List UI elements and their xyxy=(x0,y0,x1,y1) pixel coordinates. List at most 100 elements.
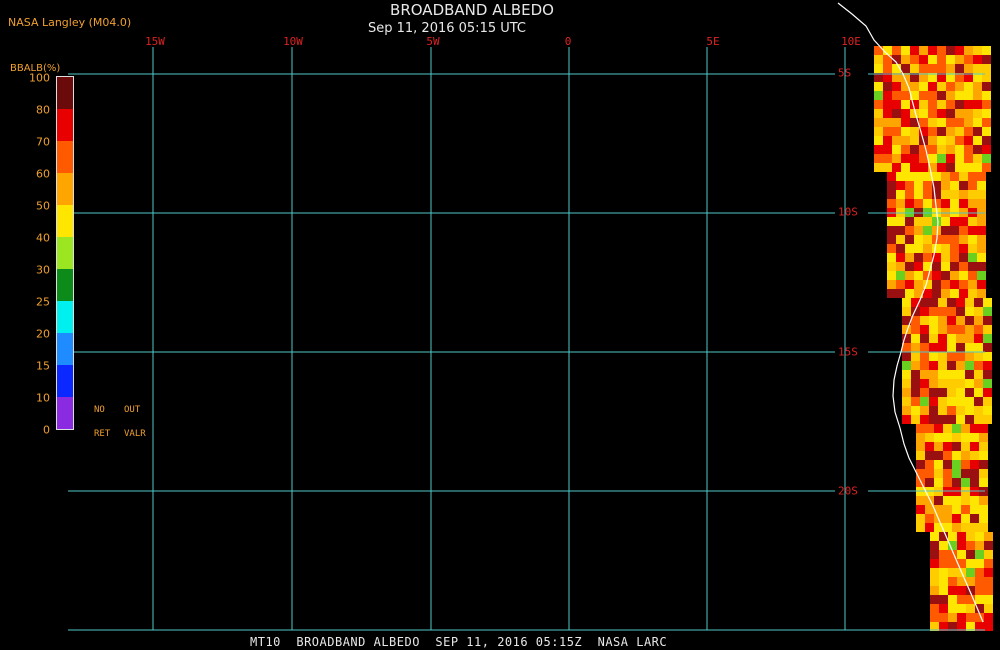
swath-pixel xyxy=(883,91,892,100)
lon-label: 5E xyxy=(706,35,720,48)
swath-pixel xyxy=(947,397,956,406)
swath-pixel xyxy=(928,82,937,91)
swath-pixel xyxy=(975,595,984,604)
legend-swatch xyxy=(57,173,73,205)
swath-pixel xyxy=(947,343,956,352)
swath-pixel xyxy=(901,163,910,172)
swath-pixel xyxy=(973,46,982,55)
swath-pixel xyxy=(930,586,939,595)
swath-pixel xyxy=(910,154,919,163)
swath-pixel xyxy=(919,82,928,91)
swath-pixel xyxy=(950,217,959,226)
swath-pixel xyxy=(916,433,925,442)
swath-pixel xyxy=(956,298,965,307)
swath-pixel xyxy=(925,424,934,433)
swath-pixel xyxy=(955,127,964,136)
swath-pixel xyxy=(874,136,883,145)
swath-pixel xyxy=(937,145,946,154)
legend-swatch xyxy=(57,269,73,301)
swath-pixel xyxy=(901,100,910,109)
swath-pixel xyxy=(973,91,982,100)
swath-pixel xyxy=(919,118,928,127)
swath-pixel xyxy=(982,127,991,136)
swath-pixel xyxy=(950,262,959,271)
swath-pixel xyxy=(896,262,905,271)
swath-pixel xyxy=(968,235,977,244)
swath-pixel xyxy=(956,352,965,361)
swath-pixel xyxy=(957,532,966,541)
swath-pixel xyxy=(964,82,973,91)
swath-pixel xyxy=(943,451,952,460)
swath-pixel xyxy=(892,82,901,91)
legend-swatch xyxy=(57,237,73,269)
swath-pixel xyxy=(937,91,946,100)
swath-pixel xyxy=(910,55,919,64)
swath-pixel xyxy=(929,388,938,397)
swath-pixel xyxy=(965,370,974,379)
swath-pixel xyxy=(911,370,920,379)
swath-pixel xyxy=(964,145,973,154)
swath-pixel xyxy=(965,361,974,370)
swath-pixel xyxy=(983,379,992,388)
swath-pixel xyxy=(928,118,937,127)
swath-pixel xyxy=(964,154,973,163)
swath-pixel xyxy=(961,451,970,460)
swath-pixel xyxy=(952,496,961,505)
swath-pixel xyxy=(974,352,983,361)
swath-pixel xyxy=(943,496,952,505)
swath-pixel xyxy=(966,604,975,613)
swath-pixel xyxy=(910,64,919,73)
swath-pixel xyxy=(901,145,910,154)
swath-pixel xyxy=(961,442,970,451)
swath-pixel xyxy=(965,343,974,352)
swath-pixel xyxy=(887,235,896,244)
lon-label: 10E xyxy=(841,35,861,48)
swath-pixel xyxy=(974,370,983,379)
swath-pixel xyxy=(932,226,941,235)
swath-pixel xyxy=(955,64,964,73)
swath-pixel xyxy=(950,280,959,289)
swath-pixel xyxy=(920,298,929,307)
swath-pixel xyxy=(928,55,937,64)
swath-pixel xyxy=(941,244,950,253)
swath-pixel xyxy=(902,406,911,415)
swath-pixel xyxy=(892,46,901,55)
swath-pixel xyxy=(896,235,905,244)
swath-pixel xyxy=(955,118,964,127)
swath-pixel xyxy=(941,172,950,181)
swath-pixel xyxy=(887,190,896,199)
swath-pixel xyxy=(928,109,937,118)
swath-pixel xyxy=(937,154,946,163)
swath-pixel xyxy=(956,415,965,424)
swath-pixel xyxy=(910,82,919,91)
swath-pixel xyxy=(892,100,901,109)
swath-pixel xyxy=(974,415,983,424)
swath-pixel xyxy=(930,595,939,604)
swath-pixel xyxy=(975,559,984,568)
swath-pixel xyxy=(965,334,974,343)
swath-pixel xyxy=(901,55,910,64)
swath-pixel xyxy=(950,289,959,298)
swath-pixel xyxy=(887,199,896,208)
swath-pixel xyxy=(956,388,965,397)
swath-pixel xyxy=(957,604,966,613)
swath-pixel xyxy=(974,388,983,397)
swath-pixel xyxy=(883,154,892,163)
swath-pixel xyxy=(911,397,920,406)
swath-pixel xyxy=(959,172,968,181)
swath-pixel xyxy=(974,406,983,415)
swath-pixel xyxy=(937,100,946,109)
swath-pixel xyxy=(973,118,982,127)
swath-pixel xyxy=(977,226,986,235)
swath-pixel xyxy=(920,352,929,361)
swath-pixel xyxy=(916,496,925,505)
swath-pixel xyxy=(970,469,979,478)
swath-pixel xyxy=(952,505,961,514)
swath-pixel xyxy=(905,181,914,190)
legend-swatch xyxy=(57,397,73,429)
swath-pixel xyxy=(959,199,968,208)
swath-pixel xyxy=(914,190,923,199)
swath-pixel xyxy=(941,280,950,289)
swath-pixel xyxy=(964,46,973,55)
swath-pixel xyxy=(905,244,914,253)
